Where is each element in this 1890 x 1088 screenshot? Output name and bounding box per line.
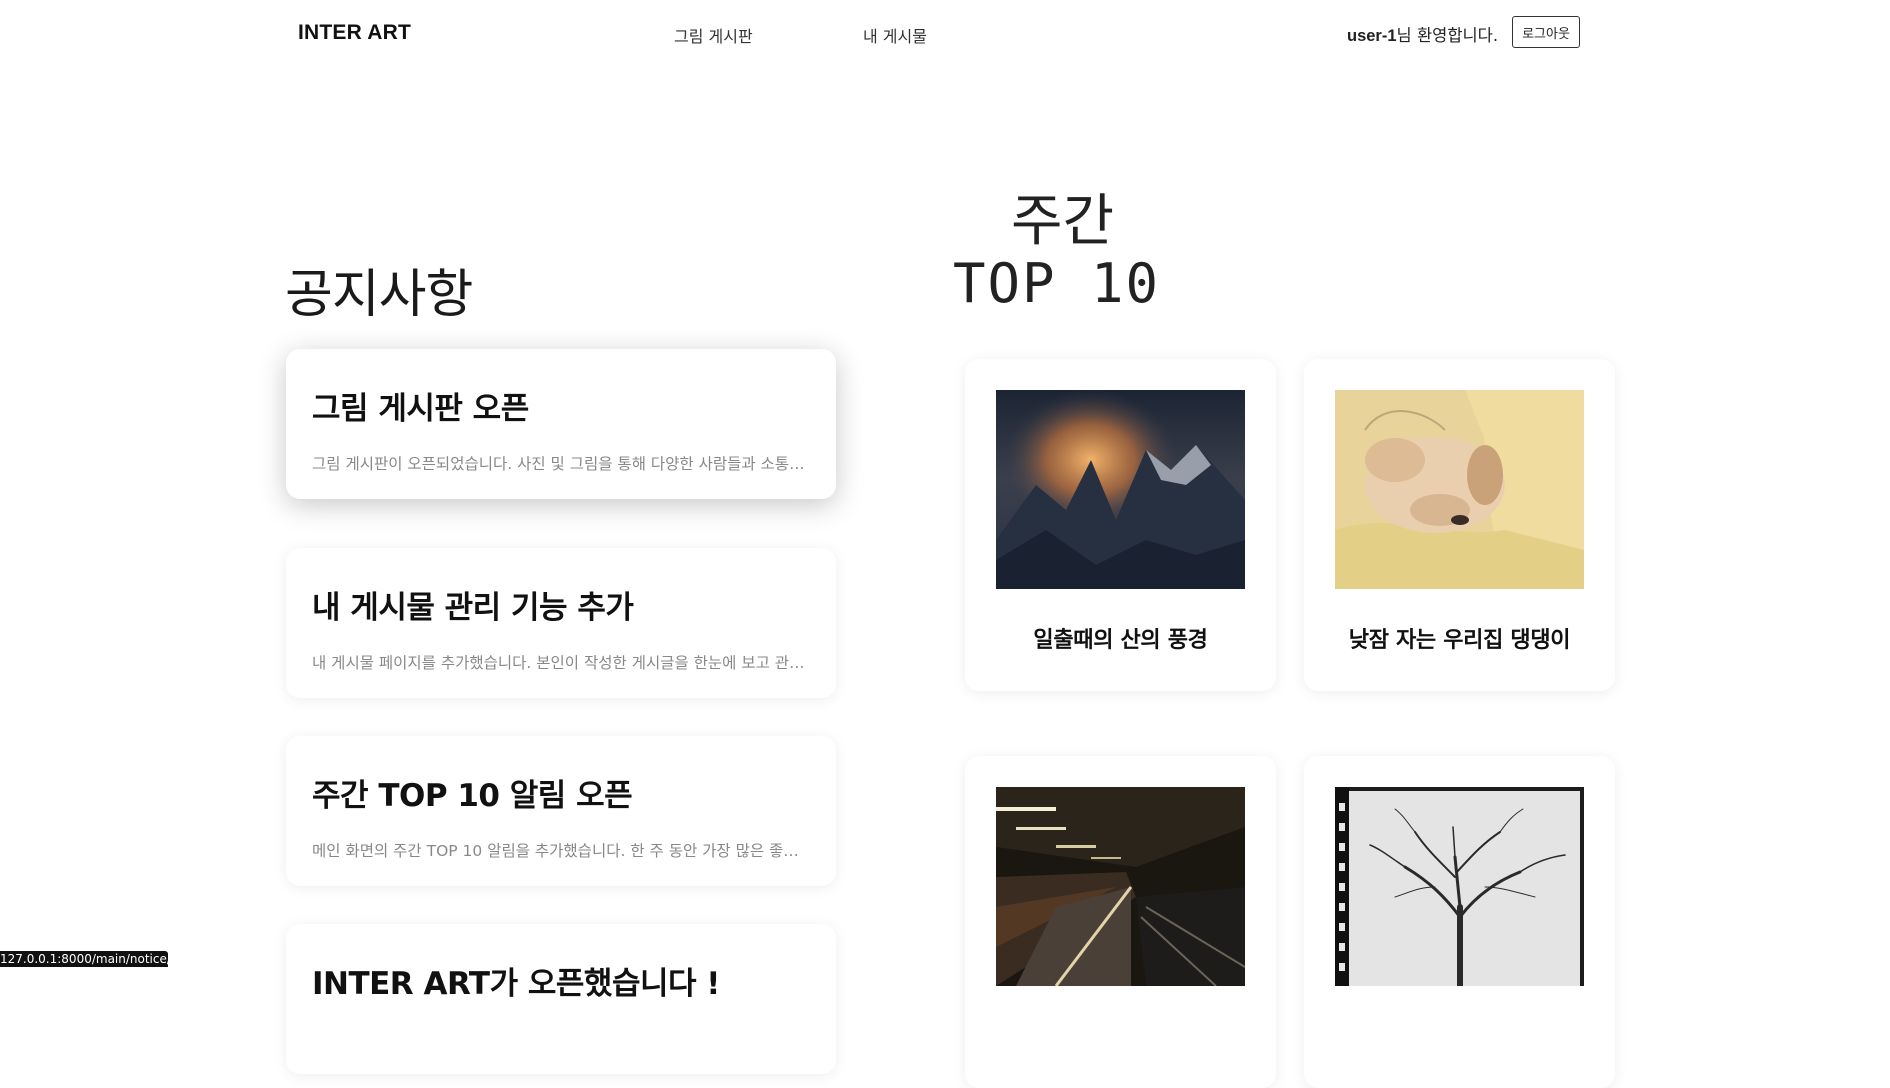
- top10-art-card[interactable]: [965, 756, 1276, 1088]
- bare-tree-film-image: [1335, 787, 1584, 986]
- notice-card[interactable]: 그림 게시판 오픈 그림 게시판이 오픈되었습니다. 사진 및 그림을 통해 다…: [286, 349, 836, 499]
- welcome-message: user-1님 환영합니다.: [1347, 22, 1498, 46]
- notice-card[interactable]: 내 게시물 관리 기능 추가 내 게시물 페이지를 추가했습니다. 본인이 작성…: [286, 548, 836, 698]
- top10-heading-line2: TOP 10: [953, 252, 1161, 315]
- notice-card[interactable]: 주간 TOP 10 알림 오픈 메인 화면의 주간 TOP 10 알림을 추가했…: [286, 736, 836, 886]
- sleeping-puppy-image: [1335, 390, 1584, 589]
- notice-card-summary: 메인 화면의 주간 TOP 10 알림을 추가했습니다. 한 주 동안 가장 많…: [312, 842, 808, 860]
- notice-heading: 공지사항: [285, 265, 473, 325]
- notice-card-title: 내 게시물 관리 기능 추가: [312, 590, 634, 626]
- top10-art-title: 낮잠 자는 우리집 댕댕이: [1348, 628, 1571, 653]
- notice-card-title: 주간 TOP 10 알림 오픈: [312, 778, 633, 814]
- username: user-1: [1347, 27, 1397, 45]
- brand-logo[interactable]: INTER ART: [298, 21, 411, 45]
- top10-art-card[interactable]: [1304, 756, 1615, 1088]
- subway-station-image: [996, 787, 1245, 986]
- top10-art-card[interactable]: 낮잠 자는 우리집 댕댕이: [1304, 359, 1615, 691]
- logout-button[interactable]: 로그아웃: [1512, 16, 1580, 48]
- notice-card-summary: 그림 게시판이 오픈되었습니다. 사진 및 그림을 통해 다양한 사람들과 소통…: [312, 455, 805, 473]
- notice-card-title: 그림 게시판 오픈: [312, 391, 529, 427]
- top10-art-title: 일출때의 산의 풍경: [1033, 628, 1208, 653]
- notice-card-summary: 내 게시물 페이지를 추가했습니다. 본인이 작성한 게시글을 한눈에 보고 관…: [312, 654, 805, 672]
- top10-heading-line1: 주간: [1011, 189, 1115, 254]
- nav-gallery-link[interactable]: 그림 게시판: [674, 23, 753, 47]
- mountain-sunrise-image: [996, 390, 1245, 589]
- status-bar-url: 127.0.0.1:8000/main/notice/4: [0, 951, 168, 967]
- welcome-suffix: 님 환영합니다.: [1396, 26, 1499, 45]
- site-header: INTER ART 그림 게시판 내 게시물 user-1님 환영합니다. 로그…: [0, 0, 1890, 68]
- top10-art-card[interactable]: 일출때의 산의 풍경: [965, 359, 1276, 691]
- nav-my-posts-link[interactable]: 내 게시물: [863, 23, 927, 47]
- notice-card[interactable]: INTER ART가 오픈했습니다 !: [286, 924, 836, 1074]
- notice-card-title: INTER ART가 오픈했습니다 !: [312, 966, 720, 1002]
